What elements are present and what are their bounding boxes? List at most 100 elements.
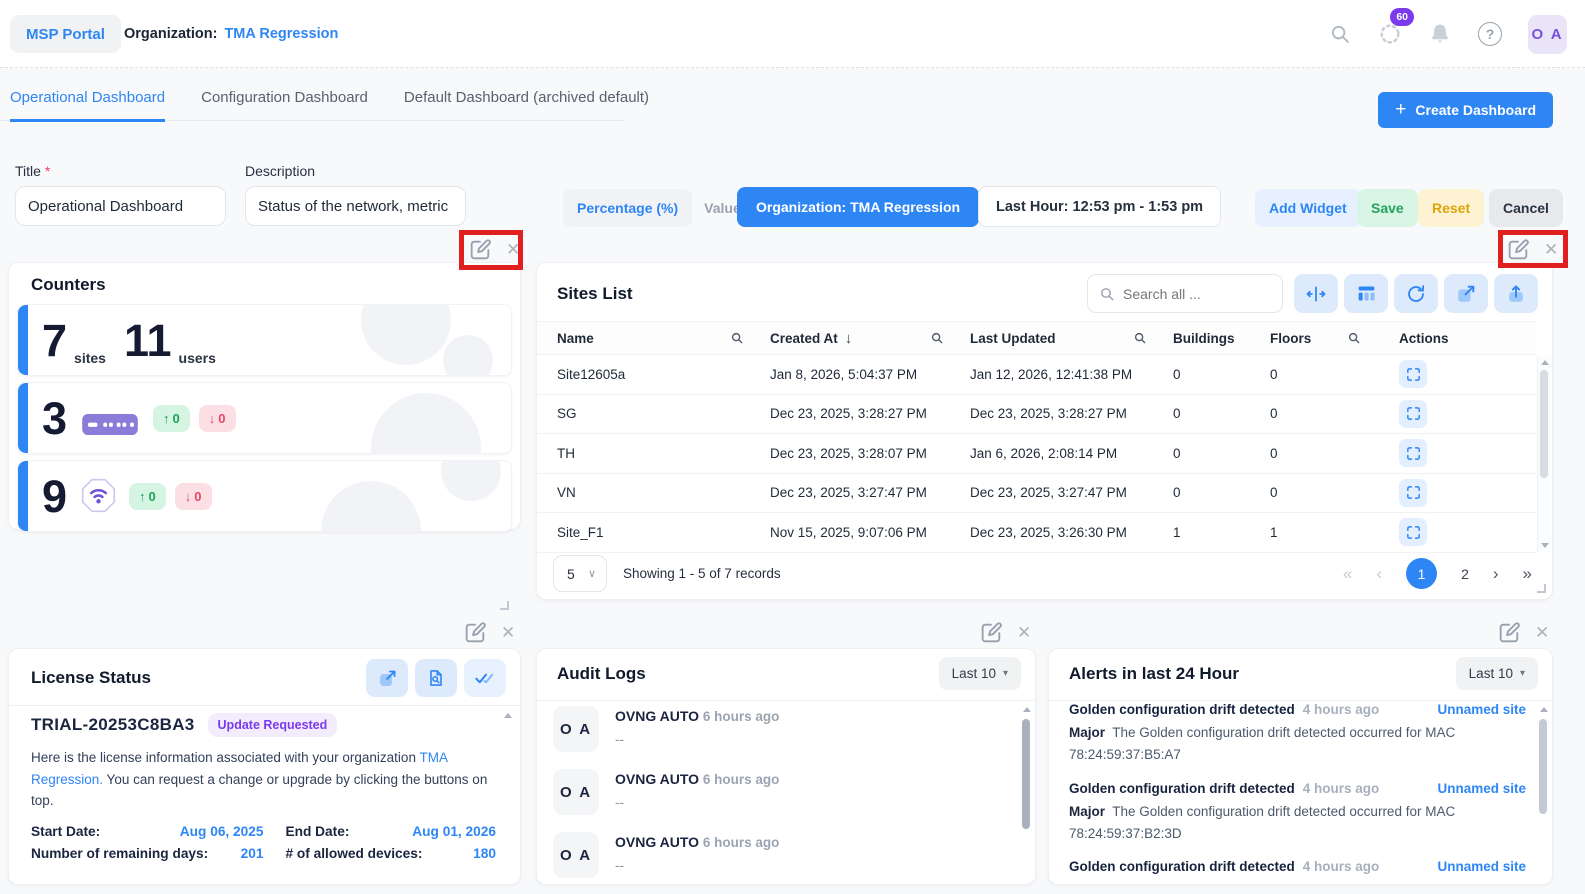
counter-card-sites-users[interactable]: 7 sites 11 users (17, 304, 512, 376)
description-input[interactable] (245, 186, 466, 226)
percentage-toggle[interactable]: Percentage (%) (563, 189, 692, 227)
first-page-button[interactable]: « (1343, 564, 1352, 584)
prev-page-button[interactable]: ‹ (1376, 564, 1382, 584)
scroll-up-icon[interactable] (1541, 360, 1549, 365)
table-row[interactable]: SG Dec 23, 2025, 3:28:27 PM Dec 23, 2025… (537, 395, 1536, 435)
widget-resize-handle[interactable] (500, 601, 509, 610)
msp-portal-button[interactable]: MSP Portal (10, 15, 121, 53)
col-updated[interactable]: Last Updated (970, 331, 1056, 346)
save-button[interactable]: Save (1357, 189, 1418, 227)
divider (1049, 700, 1552, 701)
title-input[interactable] (15, 186, 226, 226)
cell-updated: Jan 6, 2026, 2:08:14 PM (970, 446, 1173, 461)
remove-widget-icon[interactable]: ✕ (1535, 624, 1549, 641)
alert-site-link[interactable]: Unnamed site (1437, 781, 1526, 796)
remove-widget-icon[interactable]: ✕ (1544, 241, 1558, 258)
alert-entry[interactable]: Golden configuration drift detected 4 ho… (1069, 781, 1526, 845)
external-link-icon[interactable] (1444, 274, 1488, 313)
count-up-badge: ↑0 (153, 405, 190, 432)
page-1-button[interactable]: 1 (1406, 558, 1437, 589)
scroll-down-icon[interactable] (1541, 543, 1549, 548)
table-row[interactable]: VN Dec 23, 2025, 3:27:47 PM Dec 23, 2025… (537, 474, 1536, 514)
tab-configuration-dashboard[interactable]: Configuration Dashboard (201, 89, 368, 122)
column-search-icon[interactable] (1133, 331, 1147, 345)
column-search-icon[interactable] (1347, 331, 1361, 345)
expand-site-icon[interactable] (1399, 360, 1427, 388)
remove-widget-icon[interactable]: ✕ (506, 241, 520, 258)
expand-site-icon[interactable] (1399, 518, 1427, 546)
sort-desc-icon[interactable]: ↓ (845, 330, 853, 347)
column-search-icon[interactable] (730, 331, 744, 345)
org-name-link[interactable]: TMA Regression (224, 26, 338, 42)
audit-filter-dropdown[interactable]: Last 10 ▾ (939, 657, 1021, 690)
col-floors[interactable]: Floors (1270, 331, 1311, 346)
create-dashboard-button[interactable]: + Create Dashboard (1378, 92, 1553, 128)
col-created[interactable]: Created At (770, 331, 838, 346)
organization-filter-button[interactable]: Organization: TMA Regression (737, 187, 979, 227)
table-row[interactable]: TH Dec 23, 2025, 3:28:07 PM Jan 6, 2026,… (537, 434, 1536, 474)
table-row[interactable]: Site_F1 Nov 15, 2025, 9:07:06 PM Dec 23,… (537, 513, 1536, 553)
reset-button[interactable]: Reset (1418, 189, 1484, 227)
cell-name: TH (537, 446, 770, 461)
widget-resize-handle[interactable] (1537, 584, 1546, 593)
next-page-button[interactable]: › (1493, 564, 1499, 584)
document-search-icon[interactable] (415, 659, 457, 697)
alert-title: Golden configuration drift detected (1069, 859, 1295, 874)
tab-default-dashboard[interactable]: Default Dashboard (archived default) (404, 89, 649, 122)
user-avatar[interactable]: O A (1528, 15, 1567, 54)
edit-widget-icon[interactable] (1506, 237, 1531, 262)
alert-entry[interactable]: Golden configuration drift detected 4 ho… (1069, 859, 1526, 874)
sync-spinner-icon[interactable]: 60 (1378, 22, 1402, 46)
tab-operational-dashboard[interactable]: Operational Dashboard (10, 89, 165, 122)
refresh-icon[interactable] (1394, 274, 1438, 313)
start-date-label: Start Date: (31, 824, 100, 839)
column-search-icon[interactable] (930, 331, 944, 345)
counter-card-switches[interactable]: 3 ↑0 ↓0 (17, 382, 512, 454)
edit-widget-icon[interactable] (468, 237, 493, 262)
alert-site-link[interactable]: Unnamed site (1437, 702, 1526, 717)
alert-site-link[interactable]: Unnamed site (1437, 859, 1526, 874)
scrollbar-thumb[interactable] (1022, 719, 1030, 829)
expand-site-icon[interactable] (1399, 439, 1427, 467)
scroll-up-icon[interactable] (1023, 707, 1031, 712)
help-icon[interactable]: ? (1478, 22, 1502, 46)
scroll-up-icon[interactable] (1540, 707, 1548, 712)
edit-widget-icon[interactable] (979, 620, 1004, 645)
cell-name: VN (537, 485, 770, 500)
fit-width-icon[interactable] (1294, 274, 1338, 313)
audit-log-entry[interactable]: O A OVNG AUTO 6 hours ago -- (553, 769, 1019, 815)
add-widget-button[interactable]: Add Widget (1255, 189, 1361, 227)
remove-widget-icon[interactable]: ✕ (501, 624, 515, 641)
col-buildings[interactable]: Buildings (1173, 331, 1235, 346)
divider (537, 700, 1035, 701)
users-count-label: users (179, 350, 216, 366)
last-page-button[interactable]: » (1523, 564, 1532, 584)
scrollbar-thumb[interactable] (1539, 719, 1547, 814)
edit-widget-icon[interactable] (463, 620, 488, 645)
page-2-button[interactable]: 2 (1461, 566, 1469, 582)
audit-log-entry[interactable]: O A OVNG AUTO 6 hours ago -- (553, 832, 1019, 878)
create-dashboard-label: Create Dashboard (1415, 102, 1536, 118)
double-check-icon[interactable] (464, 659, 506, 697)
audit-log-entry[interactable]: O A OVNG AUTO 6 hours ago -- (553, 706, 1019, 752)
alert-entry[interactable]: Golden configuration drift detected 4 ho… (1069, 702, 1526, 766)
external-link-icon[interactable] (366, 659, 408, 697)
remove-widget-icon[interactable]: ✕ (1017, 624, 1031, 641)
scroll-up-icon[interactable] (504, 713, 512, 718)
time-range-filter-button[interactable]: Last Hour: 12:53 pm - 1:53 pm (978, 186, 1221, 227)
edit-widget-icon[interactable] (1497, 620, 1522, 645)
search-icon[interactable] (1328, 22, 1352, 46)
bell-icon[interactable] (1428, 22, 1452, 46)
table-row[interactable]: Site12605a Jan 8, 2026, 5:04:37 PM Jan 1… (537, 355, 1536, 395)
alerts-filter-dropdown[interactable]: Last 10 ▾ (1456, 657, 1538, 690)
cancel-button[interactable]: Cancel (1489, 189, 1563, 227)
page-size-select[interactable]: 5 ∨ (553, 555, 607, 592)
upload-icon[interactable] (1494, 274, 1538, 313)
columns-icon[interactable] (1344, 274, 1388, 313)
expand-site-icon[interactable] (1399, 400, 1427, 428)
scrollbar-thumb[interactable] (1540, 370, 1548, 478)
license-id: TRIAL-20253C8BA3 (31, 715, 195, 735)
sites-search-input[interactable] (1123, 286, 1263, 302)
counter-card-access-points[interactable]: 9 ↑0 ↓0 (17, 460, 512, 532)
expand-site-icon[interactable] (1399, 479, 1427, 507)
